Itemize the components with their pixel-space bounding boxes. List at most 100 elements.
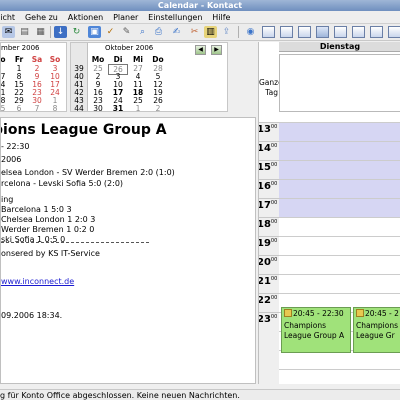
hour-label: 2200 xyxy=(259,293,279,312)
new-todo-icon[interactable]: ✓ xyxy=(104,26,117,38)
hour-label: 1800 xyxy=(259,217,279,236)
new-journal-icon[interactable]: ✎ xyxy=(120,26,133,38)
week-number[interactable]: 44 xyxy=(71,104,89,111)
event-item[interactable]: 20:45 - 2 Champions League Gr xyxy=(353,307,400,353)
event-title: pions League Group A xyxy=(0,122,167,138)
day-cell[interactable]: 6 xyxy=(9,104,29,111)
time-slot[interactable] xyxy=(279,369,400,384)
hour-label: 2300 xyxy=(259,312,279,331)
agenda-view: Dienstag Ganzer Tag 1300 1400 1500 1600 … xyxy=(258,42,400,384)
day-view-icon[interactable] xyxy=(262,26,275,38)
menu-planer[interactable]: Planer xyxy=(113,11,138,23)
window-title: Calendar - Kontact xyxy=(0,0,400,11)
hour-label: 1300 xyxy=(259,122,279,141)
menu-ansicht[interactable]: nsicht xyxy=(0,11,15,23)
day-cell[interactable]: 1 xyxy=(128,104,148,111)
day-cell[interactable]: 31 xyxy=(108,104,128,111)
hour-label: 1500 xyxy=(259,160,279,179)
menu-hilfe[interactable]: Hilfe xyxy=(212,11,230,23)
weekday-header: So xyxy=(49,55,61,64)
export-icon[interactable]: ⇪ xyxy=(220,26,233,38)
event-title: Champions League Group A xyxy=(284,321,345,340)
hour-label: 2000 xyxy=(259,255,279,274)
hour-label: 1600 xyxy=(259,179,279,198)
standings-row: Barcelona 1 5:0 3 xyxy=(1,205,72,214)
weekday-header: Sa xyxy=(31,55,43,64)
minical-title: mber 2006 xyxy=(1,44,40,52)
list-view-icon[interactable] xyxy=(370,26,383,38)
sponsor-text: onsered by KS IT-Service xyxy=(1,249,100,258)
time-slot[interactable] xyxy=(279,255,400,274)
sponsor-link[interactable]: www.inconnect.de xyxy=(1,277,74,286)
day-cell[interactable]: 8 xyxy=(45,104,65,111)
time-slot[interactable] xyxy=(279,198,400,217)
work-week-view-icon[interactable] xyxy=(280,26,293,38)
time-slot[interactable] xyxy=(279,122,400,141)
day-cell[interactable]: 7 xyxy=(27,104,47,111)
event-icon xyxy=(284,309,292,317)
time-grid[interactable]: 20:45 - 22:30 Champions League Group A 2… xyxy=(279,122,400,384)
day-header[interactable]: Dienstag xyxy=(279,42,400,52)
weekday-header: Do xyxy=(152,55,164,64)
new-mail-icon[interactable]: ✉ xyxy=(2,26,15,38)
mini-calendar-october: Oktober 2006 ◀ ▶ Mo Di Mi Do 39 25 26 27… xyxy=(70,42,228,112)
match-result: rcelona - Levski Sofia 5:0 (2:0) xyxy=(1,179,124,188)
hour-label: 2100 xyxy=(259,274,279,293)
hour-column: 1300 1400 1500 1600 1700 1800 1900 2000 … xyxy=(259,122,279,384)
event-item[interactable]: 20:45 - 22:30 Champions League Group A xyxy=(281,307,351,353)
timeline-view-icon[interactable] xyxy=(352,26,365,38)
hour-label: 1900 xyxy=(259,236,279,255)
day-cell[interactable]: 2 xyxy=(148,104,168,111)
weekday-header: Fr xyxy=(14,55,24,64)
time-slot[interactable] xyxy=(279,274,400,293)
time-slot[interactable] xyxy=(279,160,400,179)
allday-area[interactable] xyxy=(279,54,400,112)
minical-title: Oktober 2006 xyxy=(105,44,154,52)
time-slot[interactable] xyxy=(279,217,400,236)
standings-row: Werder Bremen 1 0:2 0 xyxy=(1,225,95,234)
calendar-icon[interactable]: ▦ xyxy=(34,26,47,38)
menu-bar: nsicht Gehe zu Aktionen Planer Einstellu… xyxy=(0,11,400,24)
weekday-header: Mo xyxy=(91,55,105,64)
import-icon[interactable]: ↓ xyxy=(54,26,67,38)
status-bar: g für Konto Office abgeschlossen. Keine … xyxy=(0,389,400,400)
divider xyxy=(1,242,149,243)
event-time: 20:45 - 2 xyxy=(365,309,399,318)
todo-view-icon[interactable] xyxy=(388,26,400,38)
cut-icon[interactable]: ✂ xyxy=(188,26,201,38)
event-icon xyxy=(356,309,364,317)
weekday-header: Di xyxy=(113,55,123,64)
menu-einstellungen[interactable]: Einstellungen xyxy=(148,11,202,23)
address-book-icon[interactable]: ▤ xyxy=(18,26,31,38)
event-date: 2006 xyxy=(1,155,22,164)
week-view-icon[interactable] xyxy=(298,26,311,38)
new-event-icon[interactable]: ▣ xyxy=(88,26,101,38)
print-icon[interactable]: ⎙ xyxy=(152,26,165,38)
weekday-header: Mi xyxy=(132,55,144,64)
hour-label: 1400 xyxy=(259,141,279,160)
time-slot[interactable] xyxy=(279,179,400,198)
event-time: 20:45 - 22:30 xyxy=(293,309,344,318)
standings-row: Chelsea London 1 2:0 3 xyxy=(1,215,96,224)
month-view-icon[interactable] xyxy=(334,26,347,38)
table-heading: ing xyxy=(1,195,14,204)
next-month-button[interactable]: ▶ xyxy=(211,45,222,55)
allday-label: Ganzer xyxy=(259,78,286,87)
menu-aktionen[interactable]: Aktionen xyxy=(68,11,103,23)
event-title: Champions League Gr xyxy=(356,321,398,340)
next-days-view-icon[interactable] xyxy=(316,26,329,38)
menu-gehe-zu[interactable]: Gehe zu xyxy=(25,11,58,23)
event-details-pane: pions League Group A - 22:30 2006 elsea … xyxy=(0,117,256,384)
last-updated: 09.2006 18:34. xyxy=(1,311,63,320)
time-slot[interactable] xyxy=(279,141,400,160)
edit-icon[interactable]: ✍ xyxy=(170,26,183,38)
day-cell[interactable]: 30 xyxy=(88,104,108,111)
search-icon[interactable]: ⌕ xyxy=(136,26,149,38)
paste-icon[interactable]: ▥ xyxy=(204,26,217,38)
match-result: elsea London - SV Werder Bremen 2:0 (1:0… xyxy=(1,168,175,177)
today-icon[interactable]: ◉ xyxy=(244,26,257,38)
time-slot[interactable] xyxy=(279,236,400,255)
prev-month-button[interactable]: ◀ xyxy=(195,45,206,55)
reload-icon[interactable]: ↻ xyxy=(70,26,83,38)
allday-label: Tag xyxy=(265,88,278,97)
